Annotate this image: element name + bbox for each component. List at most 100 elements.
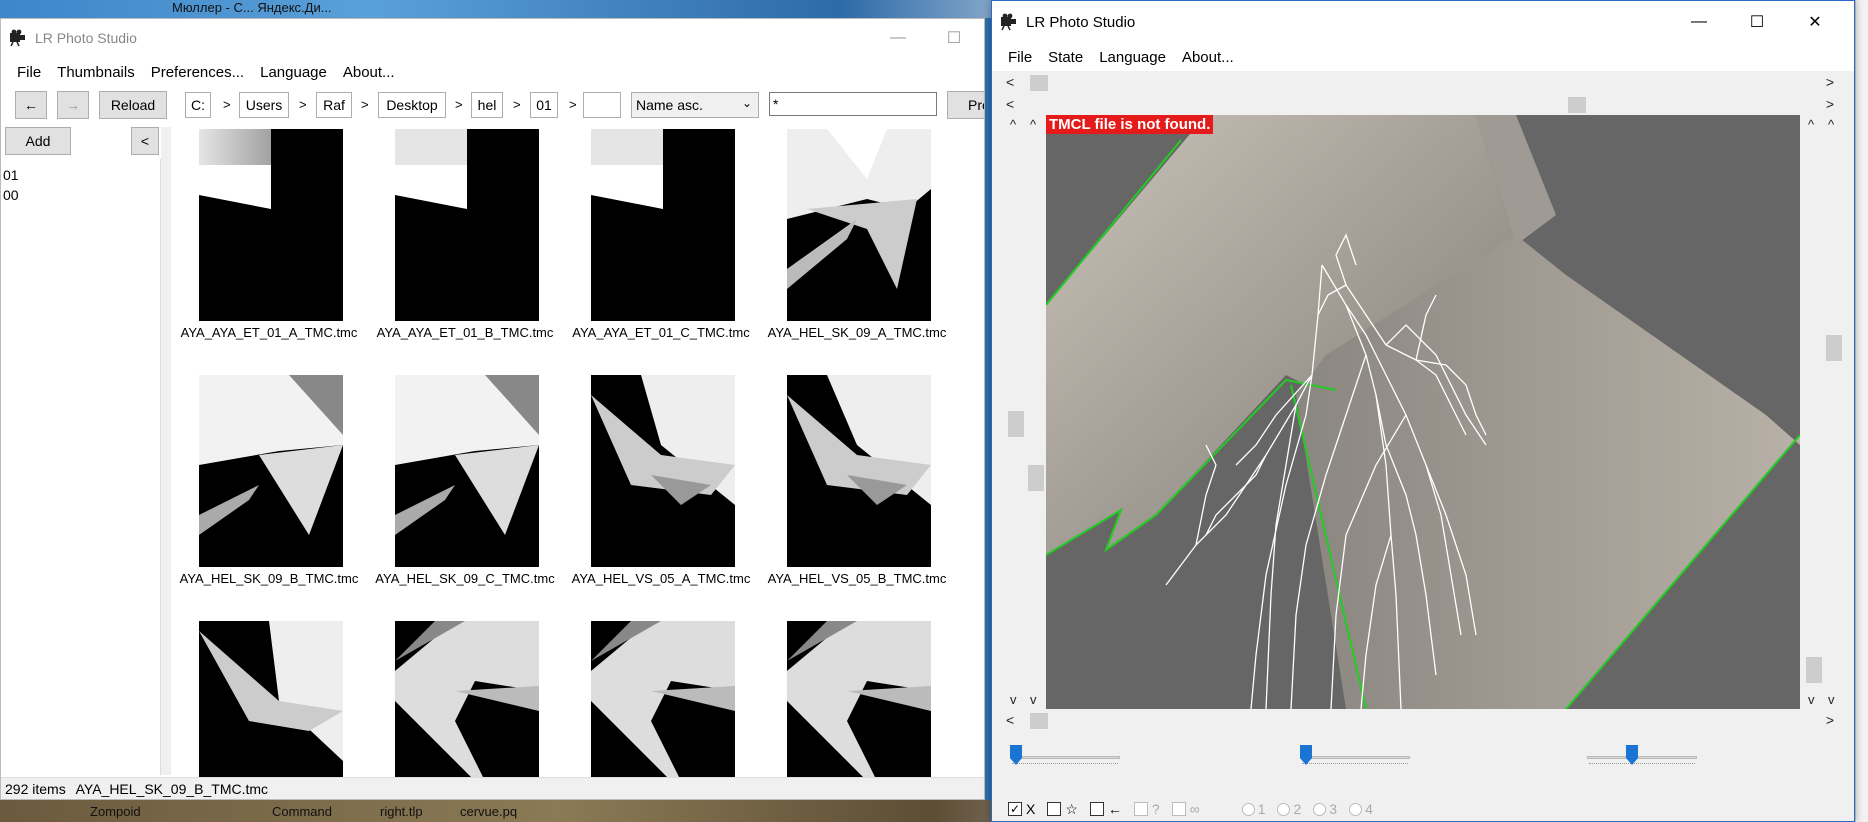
scrollbar-thumb[interactable] bbox=[1030, 713, 1048, 729]
slider-knob[interactable] bbox=[1010, 745, 1022, 765]
menu-language[interactable]: Language bbox=[1099, 49, 1166, 66]
vertical-scrollbar[interactable]: ^ v bbox=[1006, 115, 1026, 709]
reload-button[interactable]: Reload bbox=[99, 91, 167, 119]
options-row: ✓ X ☆ ← ? ∞ 1 2 3 4 bbox=[1008, 797, 1385, 821]
checkbox-star[interactable]: ☆ bbox=[1047, 801, 1078, 818]
scroll-right-icon[interactable]: > bbox=[1826, 74, 1834, 90]
path-segment[interactable]: 01 bbox=[530, 92, 558, 118]
thumbnail-caption: AYA_HEL_SK_09_B_TMC.tmc bbox=[179, 571, 359, 586]
path-segment[interactable]: Desktop bbox=[378, 92, 446, 118]
menu-preferences[interactable]: Preferences... bbox=[151, 64, 244, 81]
menu-state[interactable]: State bbox=[1048, 49, 1083, 66]
maximize-icon[interactable]: ☐ bbox=[1734, 1, 1780, 43]
checkbox-icon[interactable] bbox=[1047, 802, 1062, 816]
radio-icon bbox=[1241, 802, 1255, 816]
scroll-right-icon[interactable]: > bbox=[1826, 712, 1834, 728]
thumbnail-image bbox=[591, 375, 735, 567]
scroll-down-icon[interactable]: v bbox=[1030, 692, 1037, 707]
menu-about[interactable]: About... bbox=[1182, 49, 1234, 66]
slider[interactable] bbox=[1587, 745, 1717, 769]
menu-about[interactable]: About... bbox=[343, 64, 395, 81]
radio-label: 2 bbox=[1293, 801, 1302, 817]
arrow-left-icon: ← bbox=[1107, 801, 1122, 817]
back-button[interactable]: ← bbox=[15, 91, 47, 119]
slider-knob[interactable] bbox=[1300, 745, 1312, 765]
scroll-left-icon[interactable]: < bbox=[1006, 96, 1014, 112]
checkbox-question: ? bbox=[1133, 801, 1160, 817]
desktop-item[interactable]: Zompoid bbox=[90, 804, 141, 819]
viewer-window: LR Photo Studio — ☐ ✕ File State Languag… bbox=[991, 0, 1855, 822]
horizontal-scrollbar[interactable]: < > bbox=[1002, 711, 1838, 731]
menu-file[interactable]: File bbox=[1008, 49, 1032, 66]
scroll-down-icon[interactable]: v bbox=[1808, 692, 1815, 707]
scroll-left-icon[interactable]: < bbox=[1006, 74, 1014, 90]
checkbox-icon[interactable] bbox=[1089, 802, 1104, 816]
path-input[interactable] bbox=[583, 92, 621, 118]
close-icon[interactable]: ✕ bbox=[1792, 1, 1838, 43]
forward-button[interactable]: → bbox=[57, 91, 89, 119]
menu-thumbnails[interactable]: Thumbnails bbox=[57, 64, 135, 81]
menu-bar: File Thumbnails Preferences... Language … bbox=[1, 57, 984, 87]
desktop-item[interactable]: cervue.pq bbox=[460, 804, 517, 819]
title-bar[interactable]: LR Photo Studio — ☐ ✕ bbox=[992, 1, 1854, 43]
scrollbar-thumb[interactable] bbox=[1028, 465, 1044, 491]
checkbox-x[interactable]: ✓ X bbox=[1008, 801, 1035, 817]
checkbox-arrow[interactable]: ← bbox=[1089, 801, 1122, 817]
item-count: 292 items bbox=[5, 781, 66, 797]
scroll-up-icon[interactable]: ^ bbox=[1808, 117, 1814, 132]
filter-input[interactable]: * bbox=[769, 92, 937, 116]
scrollbar-thumb[interactable] bbox=[1008, 411, 1024, 437]
menu-file[interactable]: File bbox=[17, 64, 41, 81]
scrollbar-thumb[interactable] bbox=[1030, 75, 1048, 91]
vertical-scrollbar[interactable]: ^ v bbox=[1804, 115, 1824, 709]
desktop-item[interactable]: right.tlp bbox=[380, 804, 423, 819]
preset-button[interactable]: Pres bbox=[947, 91, 984, 119]
scroll-up-icon[interactable]: ^ bbox=[1030, 117, 1036, 132]
scrollbar-thumb[interactable] bbox=[1806, 657, 1822, 683]
left-window: LR Photo Studio — ☐ File Thumbnails Pref… bbox=[0, 18, 985, 800]
chevron-down-icon: ⌄ bbox=[741, 96, 752, 110]
title-bar[interactable]: LR Photo Studio — ☐ bbox=[1, 19, 984, 57]
sort-select[interactable]: Name asc. ⌄ bbox=[631, 92, 759, 118]
radio-icon bbox=[1349, 802, 1363, 816]
tree-item[interactable]: 01 bbox=[3, 167, 19, 183]
checkbox-label: X bbox=[1026, 801, 1036, 817]
scroll-left-icon[interactable]: < bbox=[1006, 712, 1014, 728]
vertical-scrollbar[interactable]: ^ v bbox=[1026, 115, 1046, 709]
scrollbar-thumb[interactable] bbox=[1568, 97, 1586, 113]
slider[interactable] bbox=[1010, 745, 1138, 769]
checkbox-icon bbox=[1133, 802, 1148, 816]
tree-item[interactable]: 00 bbox=[3, 187, 19, 203]
path-segment[interactable]: hel bbox=[471, 92, 503, 118]
radio-label: 3 bbox=[1329, 801, 1338, 817]
scroll-up-icon[interactable]: ^ bbox=[1828, 117, 1834, 132]
menu-language[interactable]: Language bbox=[260, 64, 327, 81]
path-segment[interactable]: C: bbox=[185, 92, 211, 118]
scroll-right-icon[interactable]: > bbox=[1826, 96, 1834, 112]
sort-value: Name asc. bbox=[636, 97, 703, 113]
maximize-icon[interactable]: ☐ bbox=[931, 19, 977, 57]
path-segment[interactable]: Raf bbox=[316, 92, 352, 118]
toolbar: ← → Reload C: > Users > Raf > Desktop > … bbox=[1, 87, 984, 123]
vertical-scrollbar[interactable]: ^ v bbox=[1824, 115, 1844, 709]
collapse-button[interactable]: < bbox=[131, 127, 159, 155]
slider-knob[interactable] bbox=[1626, 745, 1638, 765]
horizontal-scrollbar[interactable]: < > bbox=[1002, 95, 1838, 115]
add-button[interactable]: Add bbox=[5, 127, 71, 155]
scroll-up-icon[interactable]: ^ bbox=[1010, 117, 1016, 132]
scrollbar-thumb[interactable] bbox=[1826, 335, 1842, 361]
window-title: LR Photo Studio bbox=[35, 30, 137, 46]
scroll-down-icon[interactable]: v bbox=[1828, 692, 1835, 707]
scroll-down-icon[interactable]: v bbox=[1010, 692, 1017, 707]
minimize-icon[interactable]: — bbox=[875, 19, 921, 57]
checkbox-icon[interactable]: ✓ bbox=[1008, 802, 1022, 816]
path-segment[interactable]: Users bbox=[239, 92, 289, 118]
splitter[interactable] bbox=[161, 127, 171, 775]
desktop-item[interactable]: Command bbox=[272, 804, 332, 819]
model-viewport[interactable]: TMCL file is not found. bbox=[1046, 115, 1800, 709]
minimize-icon[interactable]: — bbox=[1676, 1, 1722, 43]
status-bar: 292 items AYA_HEL_SK_09_B_TMC.tmc bbox=[1, 777, 984, 799]
slider[interactable] bbox=[1300, 745, 1428, 769]
thumbnail-caption: AYA_AYA_ET_01_A_TMC.tmc bbox=[180, 325, 358, 340]
horizontal-scrollbar[interactable]: < > bbox=[1002, 73, 1838, 93]
